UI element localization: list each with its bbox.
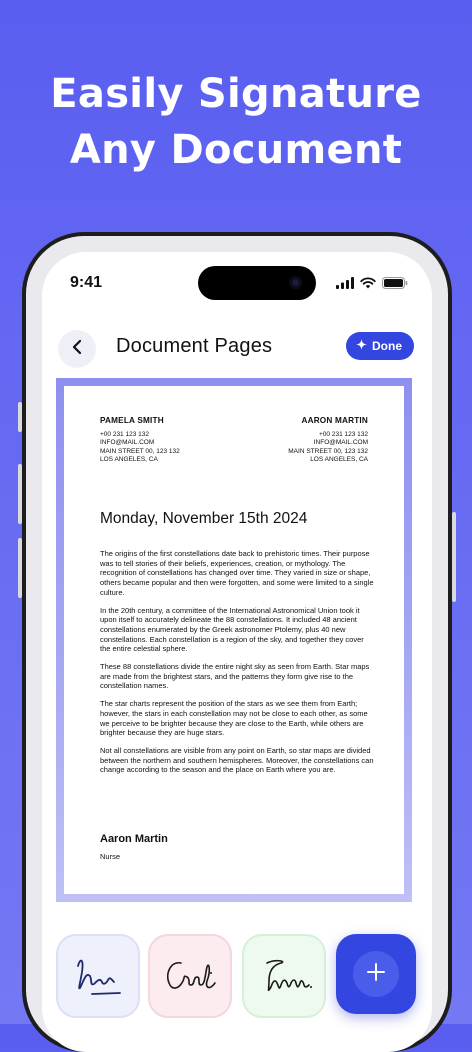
add-signature-circle	[353, 951, 399, 997]
page-title: Document Pages	[116, 335, 273, 357]
sender-street: MAIN STREET 00, 123 132	[100, 447, 180, 455]
recipient-block: AARON MARTIN +00 231 123 132 INFO@MAIL.C…	[288, 416, 368, 465]
headline-line-1: Easily Signature	[50, 71, 422, 117]
phone-screen: 9:41 Document Pages Done PAMELA SMITH +0…	[42, 252, 432, 1052]
phone-volume-down-button	[18, 538, 22, 598]
sender-name: PAMELA SMITH	[100, 416, 164, 425]
signature-2-icon	[166, 962, 216, 989]
back-button[interactable]	[58, 330, 96, 368]
signature-option-3[interactable]	[242, 934, 326, 1018]
document-date: Monday, November 15th 2024	[100, 510, 308, 527]
battery-icon	[382, 276, 408, 294]
status-icons	[336, 276, 408, 294]
wifi-icon	[360, 276, 376, 294]
sender-block: PAMELA SMITH +00 231 123 132 INFO@MAIL.C…	[100, 416, 180, 465]
signer-title: Nurse	[100, 852, 121, 861]
paragraph: In the 20th century, a committee of the …	[100, 605, 364, 654]
recipient-street: MAIN STREET 00, 123 132	[288, 447, 368, 455]
signature-1-icon	[77, 959, 121, 995]
phone-volume-up-button	[18, 464, 22, 524]
sender-city: LOS ANGELES, CA	[100, 456, 158, 464]
phone-action-button	[18, 402, 22, 432]
cellular-signal-icon	[336, 276, 354, 294]
status-time: 9:41	[70, 274, 103, 291]
headline-line-2: Any Document	[69, 127, 403, 173]
sender-email: INFO@MAIL.COM	[100, 439, 155, 447]
sender-phone: +00 231 123 132	[100, 430, 149, 438]
recipient-name: AARON MARTIN	[301, 416, 368, 425]
phone-power-button	[452, 512, 456, 602]
signature-option-2[interactable]	[148, 934, 232, 1018]
signature-option-1[interactable]	[56, 934, 140, 1018]
camera-icon	[289, 276, 302, 289]
paragraph: The origins of the first constellations …	[100, 549, 374, 597]
chevron-left-icon	[71, 339, 83, 360]
recipient-email: INFO@MAIL.COM	[313, 439, 368, 447]
recipient-city: LOS ANGELES, CA	[310, 456, 368, 464]
sparkle-icon	[356, 339, 367, 353]
paragraph: Not all constellations are visible from …	[100, 745, 374, 775]
document-body: The origins of the first constellations …	[100, 549, 374, 783]
done-button-label: Done	[372, 339, 402, 353]
document-page[interactable]: PAMELA SMITH +00 231 123 132 INFO@MAIL.C…	[64, 386, 404, 894]
add-signature-button[interactable]	[336, 934, 416, 1014]
paragraph: The star charts represent the position o…	[100, 699, 368, 738]
signature-3-icon	[266, 959, 312, 992]
recipient-phone: +00 231 123 132	[319, 430, 368, 438]
done-button[interactable]: Done	[346, 332, 414, 360]
document-preview: PAMELA SMITH +00 231 123 132 INFO@MAIL.C…	[56, 378, 412, 902]
plus-icon	[367, 962, 385, 986]
promo-headline: Easily Signature Any Document	[0, 66, 472, 178]
signer-name: Aaron Martin	[100, 833, 168, 845]
dynamic-island	[198, 266, 316, 300]
paragraph: These 88 constellations divide the entir…	[100, 662, 370, 691]
phone-frame: 9:41 Document Pages Done PAMELA SMITH +0…	[18, 232, 456, 1052]
